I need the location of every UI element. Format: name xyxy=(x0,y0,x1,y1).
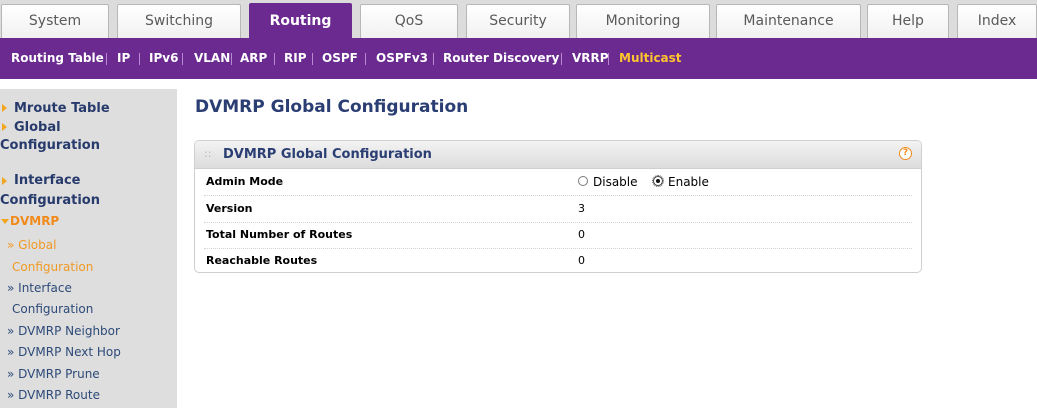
help-icon[interactable]: ? xyxy=(899,147,912,160)
subnav-separator xyxy=(365,53,366,65)
config-panel: :: DVMRP Global Configuration ? Admin Mo… xyxy=(194,140,922,273)
drag-handle-icon: :: xyxy=(204,147,212,160)
chevron-right-icon xyxy=(2,177,7,185)
panel-title: DVMRP Global Configuration xyxy=(223,147,432,162)
page-title: DVMRP Global Configuration xyxy=(195,97,469,117)
subnav-separator xyxy=(182,53,183,65)
subnav-routing-table[interactable]: Routing Table xyxy=(11,38,104,79)
sidebar-item-global-configuration-line2[interactable]: Configuration xyxy=(0,136,100,156)
tab-system[interactable]: System xyxy=(1,4,109,38)
sidebar-item-dvmrp[interactable]: DVMRP xyxy=(10,211,59,231)
subnav-separator xyxy=(433,53,434,65)
sidebar-subitem-dvmrp-prune[interactable]: » DVMRP Prune xyxy=(7,364,100,384)
version-row: Version 3 xyxy=(204,196,912,223)
tab-index[interactable]: Index xyxy=(957,4,1037,38)
subnav-router-discovery[interactable]: Router Discovery xyxy=(443,38,559,79)
main-tab-bar: System Switching Routing QoS Security Mo… xyxy=(0,0,1037,39)
sidebar-subitem-dvmrp-route[interactable]: » DVMRP Route xyxy=(7,385,100,405)
subnav-arp[interactable]: ARP xyxy=(240,38,267,79)
tab-help[interactable]: Help xyxy=(867,4,949,38)
subnav-vrrp[interactable]: VRRP xyxy=(572,38,609,79)
sidebar-item-mroute-table[interactable]: Mroute Table xyxy=(14,99,110,119)
sidebar-subitem-global-configuration-line2[interactable]: Configuration xyxy=(12,257,93,277)
subnav-separator xyxy=(139,53,140,65)
total-routes-row: Total Number of Routes 0 xyxy=(204,222,912,249)
subnav-ospfv3[interactable]: OSPFv3 xyxy=(376,38,428,79)
reachable-routes-row: Reachable Routes 0 xyxy=(204,248,912,274)
tab-monitoring[interactable]: Monitoring xyxy=(576,4,710,38)
sidebar-subitem-global-configuration[interactable]: » Global xyxy=(7,235,56,255)
subnav-separator xyxy=(312,53,313,65)
tab-switching[interactable]: Switching xyxy=(117,4,241,38)
chevron-right-icon xyxy=(2,123,7,131)
sidebar-subitem-dvmrp-next-hop[interactable]: » DVMRP Next Hop xyxy=(7,342,121,362)
sidebar-subitem-dvmrp-neighbor[interactable]: » DVMRP Neighbor xyxy=(7,321,120,341)
tab-maintenance[interactable]: Maintenance xyxy=(716,4,861,38)
tab-security[interactable]: Security xyxy=(466,4,570,38)
total-routes-value: 0 xyxy=(578,228,585,241)
admin-mode-label: Admin Mode xyxy=(206,175,284,188)
sidebar-subitem-interface-configuration[interactable]: » Interface xyxy=(7,278,72,298)
subnav-multicast[interactable]: Multicast xyxy=(619,38,682,79)
admin-mode-disable-radio[interactable] xyxy=(578,176,588,186)
sidebar-item-interface-configuration-line2[interactable]: Configuration xyxy=(0,191,100,211)
admin-mode-enable-label[interactable]: Enable xyxy=(668,169,709,195)
tab-routing[interactable]: Routing xyxy=(249,3,352,39)
subnav-separator xyxy=(561,53,562,65)
subnav-ipv6[interactable]: IPv6 xyxy=(149,38,178,79)
subnav-separator xyxy=(608,53,609,65)
reachable-routes-label: Reachable Routes xyxy=(206,254,318,267)
routing-subnav: Routing Table IP IPv6 VLAN ARP RIP OSPF … xyxy=(0,38,1037,79)
admin-mode-enable-radio[interactable] xyxy=(652,175,664,187)
subnav-ospf[interactable]: OSPF xyxy=(322,38,358,79)
sidebar-item-global-configuration[interactable]: Global xyxy=(14,118,61,138)
tab-qos[interactable]: QoS xyxy=(360,4,458,38)
subnav-separator xyxy=(231,53,232,65)
subnav-ip[interactable]: IP xyxy=(117,38,130,79)
sidebar-item-interface-configuration[interactable]: Interface xyxy=(14,171,81,191)
subnav-rip[interactable]: RIP xyxy=(284,38,307,79)
version-value: 3 xyxy=(578,202,585,215)
reachable-routes-value: 0 xyxy=(578,254,585,267)
subnav-separator xyxy=(106,53,107,65)
admin-mode-row: Admin Mode Disable Enable xyxy=(204,169,912,196)
subnav-vlan[interactable]: VLAN xyxy=(194,38,230,79)
chevron-down-icon xyxy=(1,219,9,224)
sidebar-subitem-interface-configuration-line2[interactable]: Configuration xyxy=(12,299,93,319)
subnav-separator xyxy=(274,53,275,65)
left-sidebar: Mroute Table Global Configuration Interf… xyxy=(0,89,177,408)
admin-mode-disable-label[interactable]: Disable xyxy=(593,169,638,195)
version-label: Version xyxy=(206,202,253,215)
panel-header: :: DVMRP Global Configuration ? xyxy=(195,141,921,169)
chevron-right-icon xyxy=(2,104,7,112)
total-routes-label: Total Number of Routes xyxy=(206,228,353,241)
